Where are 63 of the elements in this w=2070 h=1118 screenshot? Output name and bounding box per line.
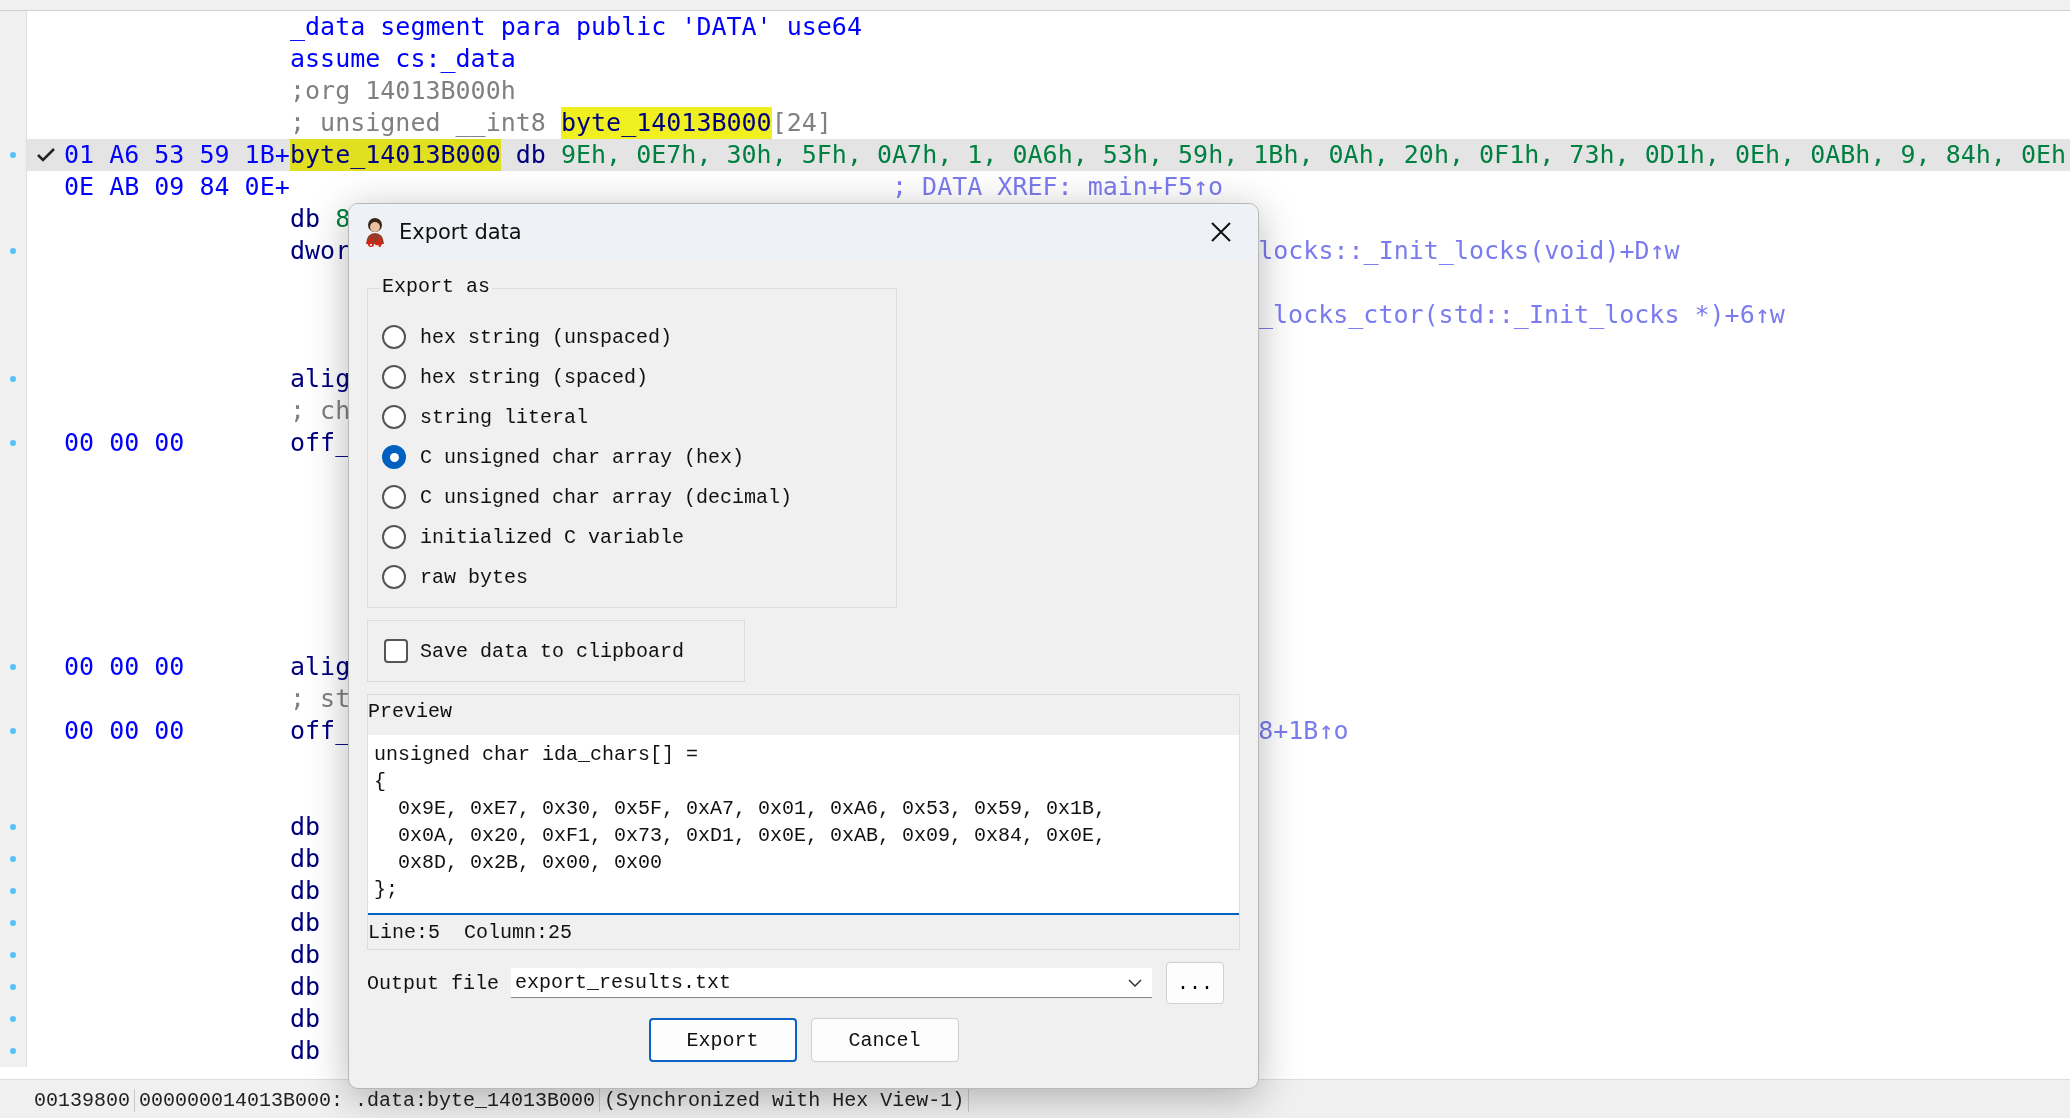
- byte-values: 00 00 00: [64, 651, 185, 683]
- code-text: db: [290, 811, 321, 843]
- dialog-title: Export data: [399, 220, 522, 244]
- radio-button[interactable]: [382, 485, 406, 509]
- option-label[interactable]: string literal: [420, 405, 589, 429]
- output-file-combo[interactable]: export_results.txt: [511, 968, 1152, 998]
- checkmark-icon: [36, 148, 55, 162]
- option-label[interactable]: raw bytes: [420, 565, 529, 589]
- code-text: alig: [290, 651, 351, 683]
- checkbox[interactable]: [384, 639, 408, 663]
- code-text: db: [290, 875, 321, 907]
- byte-values: 01 A6 53 59 1B+: [64, 139, 290, 171]
- option-label[interactable]: C unsigned char array (decimal): [420, 485, 793, 509]
- cursor-position-text: Line:5 Column:25: [368, 920, 574, 946]
- radio-button[interactable]: [382, 565, 406, 589]
- comment-text: [24]: [771, 107, 832, 139]
- option-label[interactable]: C unsigned char array (hex): [420, 445, 745, 469]
- code-text: off_: [290, 715, 351, 747]
- comment-text: ; unsigned __int8: [290, 107, 547, 139]
- code-text: db: [290, 939, 321, 971]
- data-values: 9Eh, 0E7h, 30h, 5Fh, 0A7h, 1, 0A6h, 53h, 59h, 1Bh, 0Ah, 20h, 0F1h, 73h, 0D1h, 0Eh, 0ABh, 9, 84h, 0Eh: [560, 139, 2067, 171]
- radio-button[interactable]: [382, 405, 406, 429]
- byte-values: 0E AB 09 84 0E+: [64, 171, 290, 203]
- radio-button[interactable]: [382, 365, 406, 389]
- browse-button[interactable]: ...: [1166, 962, 1224, 1004]
- xref-comment: 8+1B↑o: [1258, 715, 1349, 747]
- radio-button[interactable]: [382, 525, 406, 549]
- preview-text-area[interactable]: unsigned char ida_chars[] = { 0x9E, 0xE7, 0x30, 0x5F, 0xA7, 0x01, 0xA6, 0x53, 0x59, 0x1B, 0x0A, 0x20, 0xF1, 0x73, 0xD1, 0x0E, 0xAB, 0x09, 0x84, 0x0E, 0x8D, 0x2B, 0x00, 0x00 };: [368, 735, 1239, 915]
- xref-comment: ; DATA XREF: main+F5↑o: [892, 171, 1224, 203]
- data-values: 8: [335, 203, 351, 235]
- byte-values: 00 00 00: [64, 427, 185, 459]
- code-text: db: [290, 203, 322, 235]
- output-file-label: Output file: [367, 971, 501, 995]
- code-text: db: [514, 139, 547, 171]
- code-text: off_: [290, 427, 351, 459]
- preview-label: Preview: [368, 699, 453, 725]
- highlighted-name[interactable]: byte_14013B000: [560, 107, 772, 139]
- option-label[interactable]: hex string (unspaced): [420, 325, 673, 349]
- xref-comment: _locks_ctor(std::_Init_locks *)+6↑w: [1258, 299, 1785, 331]
- icon-badge-text: 64: [367, 237, 383, 250]
- xref-comment: locks::_Init_locks(void)+D↑w: [1258, 235, 1680, 267]
- code-text: db: [290, 1035, 321, 1067]
- code-text: alig: [290, 363, 351, 395]
- dropdown-chevron-icon: [1128, 978, 1142, 987]
- code-text: db: [290, 1003, 321, 1035]
- highlighted-name[interactable]: byte_14013B000: [290, 139, 501, 171]
- status-text: 00139800: [30, 1088, 135, 1112]
- option-label[interactable]: initialized C variable: [420, 525, 685, 549]
- code-text: assume cs:_data: [290, 43, 516, 75]
- code-text: db: [290, 907, 321, 939]
- code-text: db: [290, 843, 321, 875]
- code-text: db: [290, 971, 321, 1003]
- cancel-button[interactable]: Cancel: [810, 1018, 959, 1062]
- byte-values: 00 00 00: [64, 715, 185, 747]
- comment-text: ; ch: [290, 395, 351, 427]
- radio-button[interactable]: [382, 445, 406, 469]
- comment-text: ; st: [290, 683, 351, 715]
- radio-button[interactable]: [382, 325, 406, 349]
- code-text: dwor: [290, 235, 351, 267]
- comment-text: ;org 14013B000h: [290, 75, 516, 107]
- export-button[interactable]: Export: [648, 1018, 797, 1062]
- code-text: _data segment para public 'DATA' use64: [290, 11, 862, 43]
- option-label[interactable]: hex string (spaced): [420, 365, 649, 389]
